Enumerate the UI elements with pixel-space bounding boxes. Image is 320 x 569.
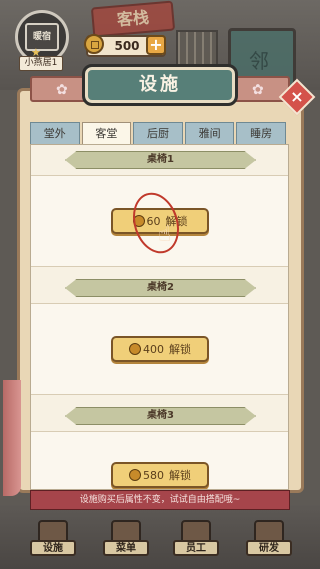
curtain-decoration (3, 380, 21, 496)
nav-staff-button[interactable]: 员工 (173, 520, 219, 562)
tab-outside[interactable]: 堂外 (30, 122, 80, 144)
unlock-button[interactable]: 580 解锁 (111, 462, 209, 488)
category-tabs: 堂外 客堂 后厨 雅间 睡房 (30, 122, 288, 144)
panel-title: 设施 (139, 74, 181, 95)
list-item: 400 解锁 (31, 303, 288, 395)
nav-label: 菜单 (103, 540, 149, 556)
unlock-button[interactable]: 400 解锁 (111, 336, 209, 362)
unlock-label: 解锁 (169, 469, 191, 482)
panel-title-plaque: 设施 (82, 64, 238, 106)
unlock-label: 解锁 (169, 343, 191, 356)
unlock-price: 400 (143, 342, 164, 356)
tab-bedroom[interactable]: 睡房 (236, 122, 286, 144)
close-icon: × (290, 87, 304, 106)
item-title: 桌椅1 (147, 154, 174, 165)
coin-icon (84, 34, 104, 54)
pointing-hand-icon: ☝ (158, 222, 172, 247)
nav-label: 研发 (246, 540, 292, 556)
shop-name-label: 小燕居1 (19, 56, 63, 71)
item-header: 桌椅1 (65, 151, 256, 169)
nav-label: 员工 (173, 540, 219, 556)
flower-icon: ✿ (252, 82, 264, 98)
item-header: 桌椅3 (65, 407, 256, 425)
nav-facility-button[interactable]: 设施 (30, 520, 76, 562)
tab-private-room[interactable]: 雅间 (184, 122, 235, 144)
unlock-price: 580 (143, 468, 164, 482)
coin-counter: 500 + (84, 34, 166, 57)
item-header: 桌椅2 (65, 279, 256, 297)
coin-icon (129, 469, 141, 481)
nav-research-button[interactable]: 研发 (246, 520, 292, 562)
item-title: 桌椅3 (147, 410, 174, 421)
flower-icon: ✿ (56, 82, 68, 98)
add-coins-button[interactable]: + (146, 35, 166, 55)
tip-banner: 设施购买后属性不变，试试自由搭配哦~ (30, 490, 290, 510)
tip-text: 设施购买后属性不变，试试自由搭配哦~ (79, 495, 241, 505)
nav-menu-button[interactable]: 菜单 (103, 520, 149, 562)
tab-kitchen[interactable]: 后厨 (133, 122, 183, 144)
item-title: 桌椅2 (147, 282, 174, 293)
coin-icon (129, 343, 141, 355)
coin-value: 500 (114, 39, 140, 53)
tab-hall[interactable]: 客堂 (81, 122, 132, 144)
nav-label: 设施 (30, 540, 76, 556)
list-item: 580 解锁 (31, 431, 288, 489)
